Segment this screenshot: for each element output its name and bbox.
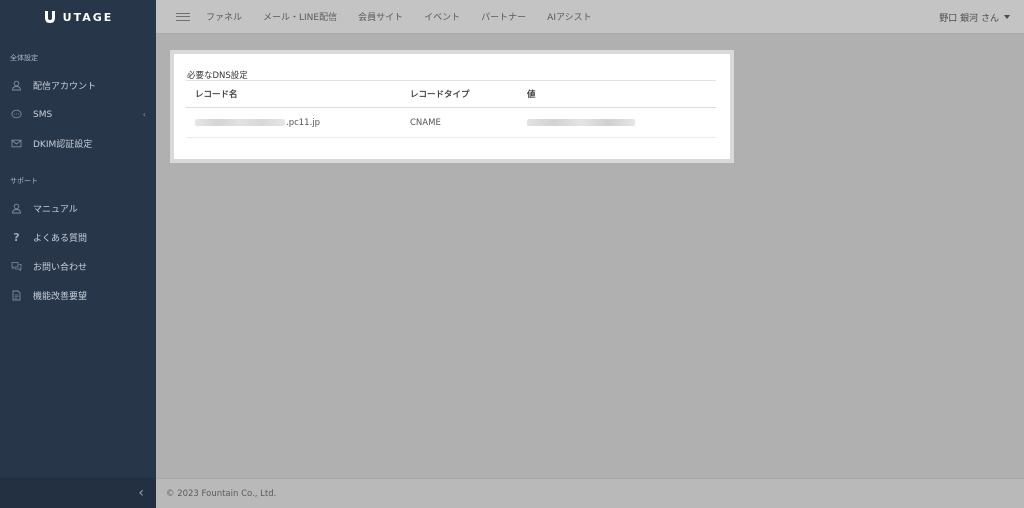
topnav-event[interactable]: イベント [424, 10, 460, 23]
sidebar-item-label: マニュアル [33, 205, 78, 215]
utage-logo-icon [44, 11, 55, 23]
user-name: 野口 銀河 さん [939, 13, 999, 24]
record-name-suffix: .pc11.jp [286, 117, 321, 128]
sms-icon [10, 108, 23, 121]
column-header-record-type: レコードタイプ [410, 90, 470, 100]
redacted-text [195, 119, 285, 126]
table-header: レコード名 レコードタイプ 値 [186, 80, 716, 108]
hamburger-menu-icon[interactable] [176, 12, 190, 21]
user-icon [10, 79, 23, 92]
column-header-value: 値 [527, 90, 536, 100]
sidebar: UTAGE 全体設定 配信アカウント SMS ‹ DKIM認証設定 サポート マ… [0, 0, 156, 508]
top-navbar: ファネル メール・LINE配信 会員サイト イベント パートナー AIアシスト … [156, 0, 1024, 34]
sidebar-item-dkim[interactable]: DKIM認証設定 [0, 129, 156, 158]
sidebar-item-sms[interactable]: SMS ‹ [0, 100, 156, 129]
topnav-mail-line[interactable]: メール・LINE配信 [263, 10, 337, 23]
sidebar-item-label: SMS [33, 109, 53, 120]
topnav-funnel[interactable]: ファネル [206, 10, 242, 23]
sidebar-item-feature-request[interactable]: 機能改善要望 [0, 281, 156, 310]
sidebar-item-label: 機能改善要望 [33, 292, 88, 302]
topnav-partner[interactable]: パートナー [481, 10, 526, 23]
sidebar-item-delivery-account[interactable]: 配信アカウント [0, 71, 156, 100]
mail-icon [10, 137, 23, 150]
document-icon [10, 289, 23, 302]
record-type-cell: CNAME [410, 117, 441, 128]
sidebar-item-contact[interactable]: お問い合わせ [0, 252, 156, 281]
brand-name: UTAGE [62, 10, 114, 24]
record-value-cell [527, 108, 635, 137]
dns-table: レコード名 レコードタイプ 値 .pc11.jp CNAME [186, 80, 716, 138]
sidebar-item-label: よくある質問 [33, 234, 88, 244]
section-label-settings: 全体設定 [10, 54, 38, 62]
sidebar-item-label: 配信アカウント [33, 82, 97, 92]
section-label-support: サポート [10, 177, 38, 185]
user-menu[interactable]: 野口 銀河 さん [939, 0, 1010, 34]
question-icon: ? [13, 231, 20, 244]
topnav-member-site[interactable]: 会員サイト [358, 10, 403, 23]
sidebar-collapse-bar: ‹ [0, 478, 156, 508]
dns-settings-card: 必要なDNS設定 レコード名 レコードタイプ 値 .pc11.jp CNAME [170, 50, 734, 163]
brand-logo[interactable]: UTAGE [0, 0, 156, 34]
user-icon [10, 202, 23, 215]
page-footer: © 2023 Fountain Co., Ltd. [156, 478, 1024, 508]
caret-down-icon [1004, 15, 1010, 19]
table-row: .pc11.jp CNAME [186, 108, 716, 138]
column-header-record-name: レコード名 [195, 90, 238, 100]
chat-icon [10, 260, 23, 273]
record-name-cell: .pc11.jp [195, 108, 320, 137]
topnav-ai-assist[interactable]: AIアシスト [547, 10, 591, 23]
top-nav: ファネル メール・LINE配信 会員サイト イベント パートナー AIアシスト [206, 10, 613, 23]
sidebar-item-label: お問い合わせ [33, 263, 88, 273]
copyright-text: © 2023 Fountain Co., Ltd. [166, 488, 277, 499]
sidebar-item-label: DKIM認証設定 [33, 140, 93, 150]
redacted-text [527, 119, 635, 126]
sidebar-item-faq[interactable]: ? よくある質問 [0, 223, 156, 252]
chevron-left-icon: ‹ [142, 110, 146, 119]
chevron-left-icon[interactable]: ‹ [138, 485, 144, 501]
sidebar-item-manual[interactable]: マニュアル [0, 194, 156, 223]
